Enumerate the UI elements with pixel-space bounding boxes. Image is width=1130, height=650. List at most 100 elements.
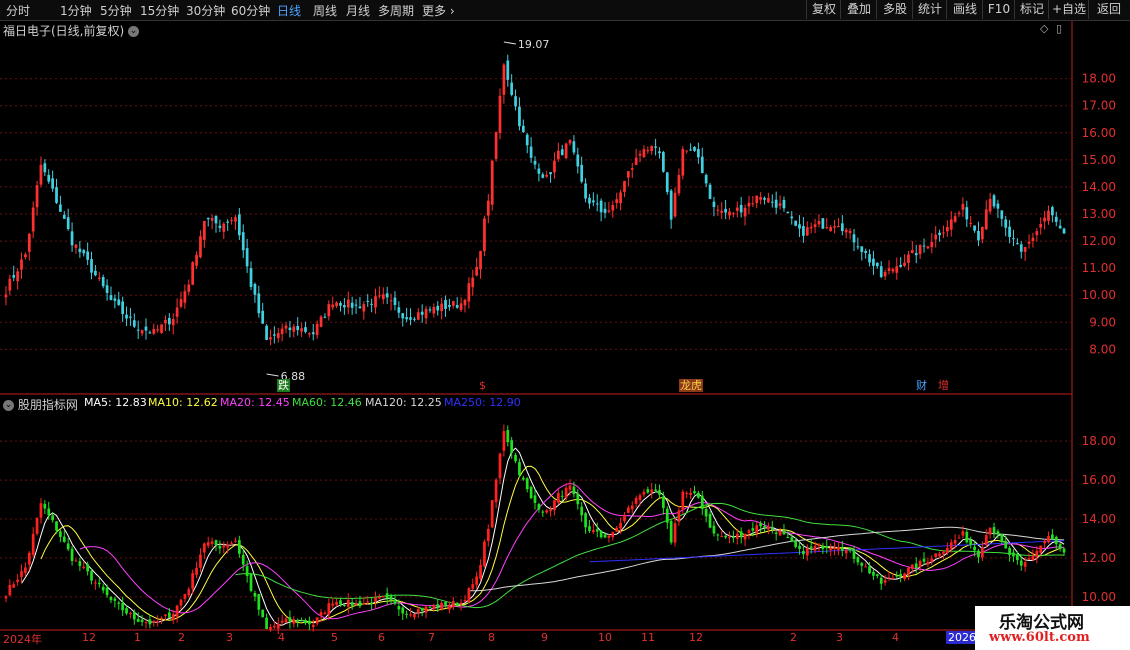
main-candle-body (833, 226, 836, 228)
sub-candle-body (689, 492, 692, 495)
sub-candle-body (634, 498, 638, 504)
main-candle-body (218, 225, 222, 229)
sub-candle-body (276, 624, 280, 629)
event-badge-fall[interactable]: 跌 (277, 379, 290, 392)
main-candle-body (280, 328, 284, 335)
sub-candle-body (759, 523, 762, 527)
main-candle-body (132, 320, 136, 327)
main-candle-body (615, 199, 619, 203)
sub-candle-body (770, 527, 774, 530)
sub-candle-body (907, 567, 910, 575)
main-candle-body (759, 197, 762, 200)
main-y-tick-label: 11.00 (1082, 261, 1116, 275)
main-title[interactable]: 福日电子(日线,前复权) ⌄ (3, 22, 140, 39)
main-candle-body (82, 250, 86, 254)
sub-candle-body (257, 594, 261, 610)
main-candle-body (860, 246, 864, 253)
event-badge-finance[interactable]: 财 (915, 379, 928, 392)
sub-candle-body (265, 617, 268, 629)
sub-candle-body (506, 430, 510, 443)
main-candle-body (300, 328, 303, 332)
main-y-tick-label: 18.00 (1082, 72, 1116, 86)
main-candle-body (564, 143, 568, 159)
chevron-down-icon[interactable]: ⌄ (3, 400, 14, 411)
main-candle-body (51, 178, 54, 189)
sub-candle-body (1039, 545, 1043, 553)
main-candle-body (241, 232, 245, 251)
event-badge-dollar[interactable]: $ (478, 379, 487, 392)
main-candle-body (689, 149, 692, 151)
indicator-title[interactable]: ⌄ 股朋指标网 (3, 396, 78, 413)
layout-icon[interactable]: ▯ (1056, 22, 1062, 35)
main-candle-body (790, 216, 794, 219)
sub-candle-body (20, 571, 23, 578)
main-candle-body (1043, 217, 1046, 222)
main-candle-body (292, 326, 296, 332)
sub-candle-body (343, 604, 346, 606)
x-tick-4b: 4 (892, 631, 899, 644)
main-candles (4, 54, 1066, 346)
sub-candle-body (630, 505, 634, 510)
sub-candle-body (409, 614, 412, 616)
sub-candle-body (755, 525, 759, 533)
main-candle-body (603, 208, 607, 213)
sub-candle-body (619, 522, 622, 529)
sub-candles (4, 424, 1066, 635)
sub-candle-body (844, 549, 848, 554)
sub-candle-body (319, 612, 323, 616)
sub-candle-body (129, 613, 132, 615)
kline-chart[interactable]: 8.009.0010.0011.0012.0013.0014.0015.0016… (0, 0, 1130, 650)
main-candle-body (167, 317, 171, 325)
sub-candle-body (875, 574, 879, 576)
main-candle-body (840, 223, 844, 232)
main-candle-body (59, 204, 62, 212)
sub-candle-body (778, 530, 782, 536)
diamond-icon[interactable]: ◇ (1040, 22, 1048, 35)
main-candle-body (922, 245, 926, 247)
event-badge-dragon-tiger[interactable]: 龙虎 (679, 379, 703, 392)
sub-candle-body (588, 526, 591, 531)
sub-candle-body (125, 608, 128, 614)
main-candle-body (420, 311, 424, 315)
sub-candle-body (681, 491, 685, 510)
sub-candle-body (463, 600, 467, 602)
sub-candle-body (642, 491, 646, 495)
sub-candle-body (47, 508, 51, 516)
ma250-label: MA250: 12.90 (444, 396, 521, 409)
sub-candle-body (486, 528, 490, 542)
main-candle-body (580, 164, 584, 182)
sub-candle-body (926, 561, 930, 565)
sub-candle-body (350, 602, 354, 606)
main-candle-body (269, 337, 272, 340)
chevron-down-icon[interactable]: ⌄ (128, 26, 140, 37)
sub-candle-body (728, 536, 731, 538)
main-candle-body (977, 230, 980, 241)
main-candle-body (202, 220, 206, 240)
sub-candle-body (743, 533, 747, 540)
sub-candle-body (1016, 554, 1019, 561)
main-candle-body (90, 259, 93, 273)
x-tick-3b: 3 (836, 631, 843, 644)
main-candle-body (545, 174, 549, 177)
main-candle-body (428, 309, 432, 311)
sub-candle-body (39, 503, 43, 518)
main-candle-body (1023, 246, 1027, 252)
main-candle-body (148, 332, 152, 334)
main-candle-body (681, 149, 685, 176)
main-candle-body (183, 291, 187, 303)
sub-candle-body (140, 619, 144, 622)
sub-candle-body (121, 603, 125, 611)
x-tick-1: 1 (134, 631, 141, 644)
sub-candle-body (187, 589, 191, 596)
sub-candle-body (234, 540, 237, 542)
sub-candle-body (961, 531, 965, 536)
main-y-tick-label: 12.00 (1082, 234, 1116, 248)
main-candle-body (315, 323, 319, 336)
main-candle-body (35, 185, 39, 208)
sub-y-tick-label: 14.00 (1082, 512, 1116, 526)
event-badge-increase[interactable]: 增 (937, 379, 950, 392)
sub-candle-body (677, 510, 681, 522)
main-candle-body (591, 200, 595, 203)
main-candle-body (358, 306, 362, 309)
main-candle-body (697, 149, 700, 158)
